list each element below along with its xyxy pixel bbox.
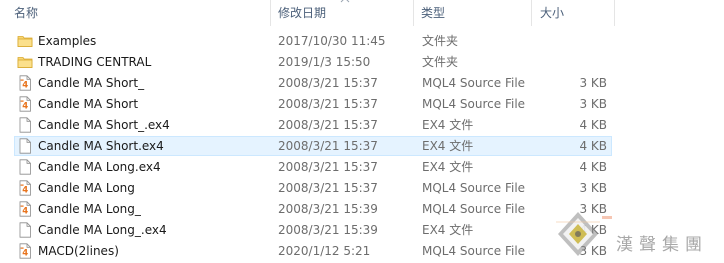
file-type: MQL4 Source File xyxy=(422,244,526,258)
svg-text:4: 4 xyxy=(22,186,28,196)
file-explorer-view: 名称 修改日期 类型 大小 Examples 2017/10/30 11:45 文件… xyxy=(0,0,724,263)
file-name: Candle MA Short_.ex4 xyxy=(38,118,170,132)
svg-text:4: 4 xyxy=(22,249,28,259)
file-type: MQL4 Source File xyxy=(422,202,526,216)
file-modified-date: 2008/3/21 15:39 xyxy=(278,202,378,216)
file-type: MQL4 Source File xyxy=(422,97,526,111)
folder-icon xyxy=(17,54,33,70)
blank-file-icon xyxy=(17,138,33,154)
file-name: Candle MA Short xyxy=(38,97,139,111)
column-header-name-label: 名称 xyxy=(14,6,39,20)
column-header-date-label: 修改日期 xyxy=(278,6,327,20)
file-size: 3 KB xyxy=(579,76,607,90)
file-name: Candle MA Short_ xyxy=(38,76,145,90)
file-modified-date: 2019/1/3 15:50 xyxy=(278,55,371,69)
file-modified-date: 2008/3/21 15:37 xyxy=(278,181,378,195)
column-header-bar: 名称 修改日期 类型 大小 xyxy=(0,0,724,26)
blank-file-icon xyxy=(17,159,33,175)
column-divider[interactable] xyxy=(270,0,271,26)
file-type: MQL4 Source File xyxy=(422,76,526,90)
file-row[interactable]: 4 MACD(2lines) 2020/1/12 5:21 MQL4 Source F… xyxy=(14,241,612,261)
blank-file-icon xyxy=(17,117,33,133)
file-size: 3 KB xyxy=(579,97,607,111)
watermark-logo-icon xyxy=(556,212,612,256)
file-row[interactable]: 4 Candle MA Long_ 2008/3/21 15:39 MQL4 Sour… xyxy=(14,199,612,219)
mql4-file-icon: 4 xyxy=(17,201,33,217)
file-name: Candle MA Long_ xyxy=(38,202,141,216)
watermark: 漢聲集團 xyxy=(556,210,724,263)
file-type: EX4 文件 xyxy=(422,118,474,132)
file-row[interactable]: Candle MA Long.ex4 2008/3/21 15:37 EX4 文件 4… xyxy=(14,157,612,177)
file-name: Candle MA Long_.ex4 xyxy=(38,223,167,237)
file-modified-date: 2008/3/21 15:39 xyxy=(278,223,378,237)
file-size: 4 KB xyxy=(579,118,607,132)
mql4-file-icon: 4 xyxy=(17,75,33,91)
column-divider[interactable] xyxy=(531,0,532,26)
file-size: 3 KB xyxy=(579,181,607,195)
file-modified-date: 2017/10/30 11:45 xyxy=(278,34,386,48)
file-name: TRADING CENTRAL xyxy=(38,55,152,69)
file-modified-date: 2008/3/21 15:37 xyxy=(278,76,378,90)
svg-text:4: 4 xyxy=(22,102,28,112)
file-row[interactable]: 4 Candle MA Short_ 2008/3/21 15:37 MQL4 Sou… xyxy=(14,73,612,93)
file-modified-date: 2020/1/12 5:21 xyxy=(278,244,371,258)
file-name: Candle MA Long xyxy=(38,181,135,195)
column-header-date[interactable]: 修改日期 xyxy=(278,0,326,26)
file-size: 4 KB xyxy=(579,139,607,153)
file-modified-date: 2008/3/21 15:37 xyxy=(278,118,378,132)
column-header-size[interactable]: 大小 xyxy=(540,0,564,26)
file-row[interactable]: Candle MA Short.ex4 2008/3/21 15:37 EX4 文件… xyxy=(14,136,612,156)
file-row[interactable]: Candle MA Long_.ex4 2008/3/21 15:39 EX4 文件… xyxy=(14,220,612,240)
file-type: MQL4 Source File xyxy=(422,181,526,195)
column-divider[interactable] xyxy=(413,0,414,26)
file-name: MACD(2lines) xyxy=(38,244,119,258)
svg-text:4: 4 xyxy=(22,81,28,91)
file-type: 文件夹 xyxy=(422,55,459,69)
file-row[interactable]: 4 Candle MA Short 2008/3/21 15:37 MQL4 Sour… xyxy=(14,94,612,114)
file-name: Candle MA Short.ex4 xyxy=(38,139,164,153)
file-type: 文件夹 xyxy=(422,34,459,48)
svg-text:4: 4 xyxy=(22,207,28,217)
file-name: Candle MA Long.ex4 xyxy=(38,160,161,174)
file-type: EX4 文件 xyxy=(422,160,474,174)
column-header-name[interactable]: 名称 xyxy=(14,0,38,26)
mql4-file-icon: 4 xyxy=(17,96,33,112)
file-type: EX4 文件 xyxy=(422,139,474,153)
file-row[interactable]: Candle MA Short_.ex4 2008/3/21 15:37 EX4 文… xyxy=(14,115,612,135)
blank-file-icon xyxy=(17,222,33,238)
mql4-file-icon: 4 xyxy=(17,180,33,196)
file-row[interactable]: TRADING CENTRAL 2019/1/3 15:50 文件夹 xyxy=(14,52,612,72)
mql4-file-icon: 4 xyxy=(17,243,33,259)
watermark-text: 漢聲集團 xyxy=(616,235,708,255)
file-modified-date: 2008/3/21 15:37 xyxy=(278,97,378,111)
file-size: 4 KB xyxy=(579,160,607,174)
file-name: Examples xyxy=(38,34,97,48)
column-header-size-label: 大小 xyxy=(540,6,565,20)
file-row[interactable]: Examples 2017/10/30 11:45 文件夹 xyxy=(14,31,612,51)
sort-ascending-icon xyxy=(340,0,350,3)
column-divider[interactable] xyxy=(614,0,615,26)
file-row[interactable]: 4 Candle MA Long 2008/3/21 15:37 MQL4 Sourc… xyxy=(14,178,612,198)
column-header-type[interactable]: 类型 xyxy=(421,0,445,26)
column-header-type-label: 类型 xyxy=(421,6,446,20)
folder-icon xyxy=(17,33,33,49)
file-type: EX4 文件 xyxy=(422,223,474,237)
file-modified-date: 2008/3/21 15:37 xyxy=(278,160,378,174)
file-modified-date: 2008/3/21 15:37 xyxy=(278,139,378,153)
